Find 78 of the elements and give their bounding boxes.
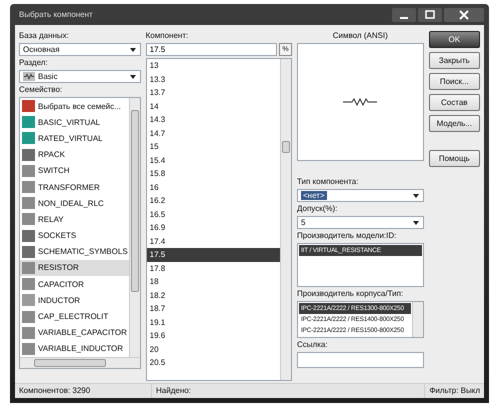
component-item[interactable]: 20.5 — [146, 356, 280, 370]
component-item[interactable]: 20 — [146, 342, 280, 356]
family-item[interactable]: RELAY — [20, 211, 129, 228]
dropdown[interactable]: Basic — [19, 70, 141, 83]
component-item[interactable]: 14.3 — [146, 113, 280, 126]
family-item[interactable]: RESISTOR — [20, 260, 129, 276]
field-label: Допуск(%): — [297, 204, 338, 214]
field-label: Производитель корпуса/Тип: — [297, 289, 404, 299]
dialog-button[interactable]: OK — [428, 31, 480, 48]
dropdown-arrow-icon — [128, 46, 137, 52]
scrollbar[interactable] — [280, 59, 291, 380]
family-item[interactable]: CAP_ELECTROLIT — [20, 308, 129, 325]
scrollbar[interactable] — [128, 98, 140, 357]
component-item[interactable]: 13 — [146, 59, 280, 72]
status-text: Компонентов: 3290 — [15, 384, 152, 398]
component-item[interactable]: 16.2 — [146, 194, 280, 208]
field-label: Семейство: — [19, 85, 64, 95]
maximize-icon[interactable] — [418, 8, 442, 22]
component-item[interactable]: 16.9 — [146, 221, 280, 234]
window-title: Выбрать компонент — [18, 10, 93, 19]
component-item[interactable]: 17.8 — [146, 262, 280, 275]
dropdown-arrow-icon — [128, 74, 137, 80]
dialog-button[interactable]: Модель... — [428, 115, 480, 132]
component-item[interactable]: 15.4 — [146, 154, 280, 167]
dialog-button[interactable]: Помощь — [428, 150, 480, 167]
dropdown-arrow-icon — [412, 192, 420, 198]
family-item[interactable]: VARIABLE_INDUCTOR — [20, 340, 129, 357]
component-item[interactable]: 18 — [146, 275, 280, 288]
family-item[interactable]: SOCKETS — [20, 228, 129, 244]
component-item[interactable]: 13.7 — [146, 86, 280, 100]
component-item[interactable]: 19.1 — [146, 316, 280, 329]
family-item[interactable]: BASIC_VIRTUAL — [20, 114, 129, 130]
component-item[interactable]: 17.4 — [146, 234, 280, 248]
family-item[interactable]: VARIABLE_CAPACITOR — [20, 324, 129, 341]
field-label: Тип компонента: — [297, 177, 360, 187]
field-label: Производитель модели:ID: — [297, 231, 398, 241]
scrollbar[interactable] — [412, 302, 423, 337]
component-item[interactable]: 14 — [146, 100, 280, 113]
component-item[interactable]: 13.3 — [146, 72, 280, 86]
family-item[interactable]: RATED_VIRTUAL — [20, 130, 129, 147]
field-label: Символ (ANSI) — [332, 31, 389, 41]
status-text: Найдено: — [152, 384, 426, 398]
status-text: Фильтр: Выкл — [428, 385, 481, 397]
field-label: База данных: — [19, 31, 70, 41]
dropdown-arrow-icon — [412, 220, 420, 226]
field-label: Компонент: — [146, 31, 190, 41]
close-icon[interactable] — [444, 8, 484, 22]
family-item[interactable]: INDUCTOR — [20, 292, 129, 308]
component-item[interactable]: 15 — [146, 140, 280, 154]
family-item[interactable]: SCHEMATIC_SYMBOLS — [20, 244, 129, 260]
dropdown[interactable]: 5 — [297, 216, 424, 229]
component-item[interactable]: 17.5 — [146, 248, 280, 262]
component-item[interactable]: 19.6 — [146, 329, 280, 342]
component-item[interactable]: 16.5 — [146, 208, 280, 221]
dropdown[interactable]: Основная — [19, 43, 141, 56]
scrollbar[interactable] — [20, 357, 140, 368]
family-item[interactable]: NON_IDEAL_RLC — [20, 195, 129, 212]
field-label: Ссылка: — [297, 340, 329, 350]
dialog-button[interactable]: Закрыть — [428, 52, 480, 69]
resistor-symbol-icon — [343, 98, 378, 106]
component-field[interactable]: 17.5 — [146, 43, 277, 56]
family-item[interactable]: Выбрать все семейс... — [20, 98, 129, 114]
dialog-button[interactable]: Поиск... — [428, 73, 480, 90]
minimize-icon[interactable] — [392, 8, 416, 22]
dropdown[interactable]: <нет> — [297, 189, 424, 202]
component-item[interactable]: 14.7 — [146, 126, 280, 140]
resistor-icon — [23, 72, 35, 81]
component-item[interactable]: 18.7 — [146, 302, 280, 316]
component-item[interactable]: 18.2 — [146, 288, 280, 302]
component-item[interactable]: 16 — [146, 180, 280, 194]
field-label: Раздел: — [19, 58, 49, 68]
family-item[interactable]: TRANSFORMER — [20, 178, 129, 196]
family-item[interactable]: RPACK — [20, 146, 129, 163]
hyperlink-field[interactable] — [297, 352, 424, 368]
family-item[interactable]: SWITCH — [20, 162, 129, 179]
family-item[interactable]: CAPACITOR — [20, 276, 129, 292]
component-item[interactable]: 15.8 — [146, 167, 280, 180]
dialog-button[interactable]: Состав — [428, 94, 480, 111]
